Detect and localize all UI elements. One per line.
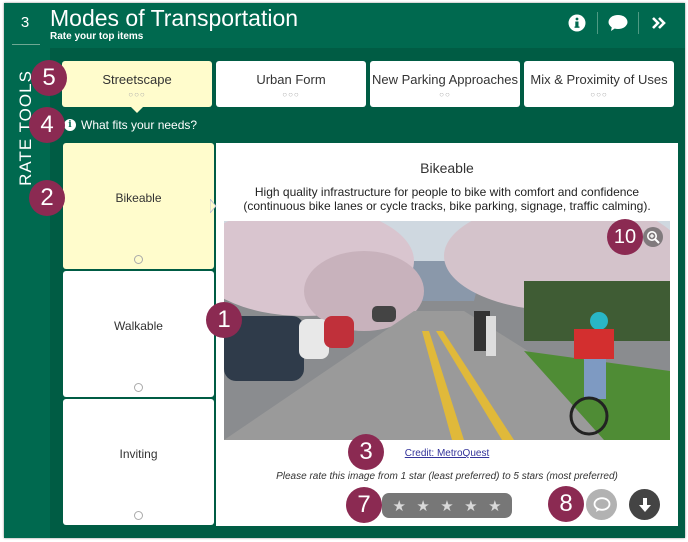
star-icon[interactable]: ★: [440, 497, 453, 515]
detail-description: High quality infrastructure for people t…: [243, 185, 651, 213]
info-icon: [568, 14, 586, 32]
tab-progress-dots: ○○: [439, 90, 451, 99]
photo-credit: Credit: MetroQuest: [216, 448, 678, 459]
tab-urban-form[interactable]: Urban Form ○○○: [216, 61, 366, 107]
annotation-badge: 1: [206, 302, 242, 338]
item-status-dot: [134, 383, 143, 392]
prompt-text: What fits your needs?: [81, 118, 198, 132]
item-label: Inviting: [119, 447, 158, 461]
info-icon[interactable]: i: [64, 119, 76, 131]
next-step-button[interactable]: [644, 12, 674, 34]
list-item-bikeable[interactable]: Bikeable: [63, 143, 214, 269]
tab-new-parking-approaches[interactable]: New Parking Approaches ○○: [370, 61, 520, 107]
page-title: Modes of Transportation: [50, 5, 299, 31]
annotation-badge: 4: [29, 107, 65, 143]
tab-progress-dots: ○○○: [128, 90, 146, 99]
arrow-down-icon: [638, 497, 651, 512]
credit-link[interactable]: Credit: MetroQuest: [405, 448, 489, 459]
header-divider: [638, 12, 639, 34]
tab-streetscape[interactable]: Streetscape ○○○: [62, 61, 212, 113]
header-toolbar: [562, 12, 674, 34]
street-scene-illustration: [224, 221, 670, 440]
item-label: Bikeable: [115, 191, 162, 205]
item-label: Walkable: [114, 319, 163, 333]
rating-instruction: Please rate this image from 1 star (leas…: [276, 471, 618, 482]
tab-label: New Parking Approaches: [372, 72, 518, 87]
zoom-image-button[interactable]: [643, 227, 663, 247]
list-item-inviting[interactable]: Inviting: [63, 399, 214, 525]
next-item-button[interactable]: [629, 489, 660, 520]
tab-progress-dots: ○○○: [590, 90, 608, 99]
add-comment-button[interactable]: [586, 489, 617, 520]
comment-button[interactable]: [603, 12, 633, 34]
double-chevron-right-icon: [652, 17, 666, 29]
star-icon[interactable]: ★: [464, 497, 477, 515]
item-status-dot: [134, 255, 143, 264]
list-item-walkable[interactable]: Walkable: [63, 271, 214, 397]
prompt: i What fits your needs?: [64, 118, 197, 132]
annotation-badge: 8: [548, 486, 584, 522]
page-subtitle: Rate your top items: [50, 31, 144, 42]
detail-title: Bikeable: [420, 160, 474, 176]
comment-icon: [593, 496, 610, 512]
item-status-dot: [134, 511, 143, 520]
comment-icon: [608, 15, 628, 31]
step-number: 3: [20, 14, 30, 31]
selection-pointer: [210, 199, 217, 213]
annotation-badge: 7: [346, 487, 382, 523]
detail-panel: Bikeable High quality infrastructure for…: [216, 143, 678, 526]
magnify-plus-icon: [647, 231, 660, 244]
category-tabs: Streetscape ○○○ Urban Form ○○○ New Parking…: [62, 61, 674, 113]
item-photo[interactable]: [224, 221, 670, 440]
annotation-badge: 2: [29, 180, 65, 216]
star-icon[interactable]: ★: [416, 497, 429, 515]
star-icon[interactable]: ★: [392, 497, 405, 515]
annotation-badge: 3: [348, 434, 384, 470]
header-divider: [597, 12, 598, 34]
step-divider: [12, 44, 40, 45]
tab-mix-proximity-of-uses[interactable]: Mix & Proximity of Uses ○○○: [524, 61, 674, 107]
star-rating[interactable]: ★ ★ ★ ★ ★: [382, 493, 512, 518]
annotation-badge: 10: [607, 219, 643, 255]
tab-label: Urban Form: [256, 72, 326, 87]
item-list: Bikeable Walkable Inviting: [63, 143, 214, 527]
tab-label: Mix & Proximity of Uses: [530, 72, 668, 87]
annotation-badge: 5: [31, 60, 67, 96]
star-icon[interactable]: ★: [488, 497, 501, 515]
tab-label: Streetscape: [102, 72, 172, 87]
tab-progress-dots: ○○○: [282, 90, 300, 99]
info-button[interactable]: [562, 12, 592, 34]
